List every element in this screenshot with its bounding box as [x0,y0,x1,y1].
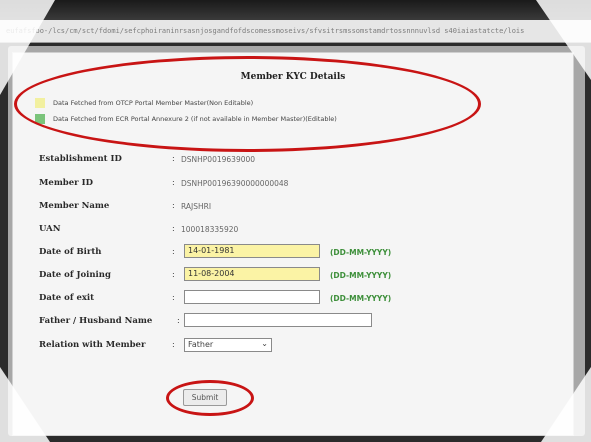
label-date-of-birth: Date of Birth [39,247,102,257]
label-establishment-id: Establishment ID [39,154,122,164]
address-bar[interactable]: eufafsfoo-/lcs/cm/sct/fdomi/sefcphoirani… [0,20,591,43]
submit-button[interactable]: Submit [183,389,227,406]
colon: : [172,201,175,210]
label-member-id: Member ID [39,178,93,188]
corner-fade-bottom-left [0,367,50,442]
label-date-of-joining: Date of Joining [39,270,111,280]
relation-selected-value: Father [188,340,214,349]
label-member-name: Member Name [39,201,110,211]
corner-fade-top-right [536,0,591,80]
label-uan: UAN [39,224,61,234]
value-member-name: RAJSHRI [181,202,212,211]
value-establishment-id: DSNHP0019639000 [181,155,256,164]
date-of-birth-field[interactable]: 14-01-1981 [184,244,320,258]
date-of-exit-field[interactable] [184,290,320,304]
colon: : [172,247,175,256]
address-bar-url: eufafsfoo-/lcs/cm/sct/fdomi/sefcphoirani… [6,27,525,35]
browser-top-bar [0,0,591,20]
legend-editable: Data Fetched from ECR Portal Annexure 2 … [35,113,337,125]
label-father-husband-name: Father / Husband Name [39,316,153,326]
form-title: Member KYC Details [240,72,346,82]
legend-text-editable: Data Fetched from ECR Portal Annexure 2 … [53,115,337,123]
corner-fade-top-left [0,0,55,95]
colon: : [172,224,175,233]
father-husband-name-field[interactable] [184,313,372,327]
dob-format-hint: (DD-MM-YYYY) [330,248,392,257]
doj-format-hint: (DD-MM-YYYY) [330,271,392,280]
colon: : [172,340,175,349]
legend-text-non-editable: Data Fetched from OTCP Portal Member Mas… [53,99,254,107]
label-relation-with-member: Relation with Member [39,340,146,350]
colon: : [172,178,175,187]
colon: : [172,270,175,279]
legend-swatch-yellow [35,98,45,108]
value-uan: 100018335920 [181,225,239,234]
corner-fade-bottom-right [541,367,591,442]
date-of-joining-field[interactable]: 11-08-2004 [184,267,320,281]
doe-format-hint: (DD-MM-YYYY) [330,294,392,303]
legend-non-editable: Data Fetched from OTCP Portal Member Mas… [35,97,253,109]
colon: : [172,293,175,302]
colon: : [172,154,175,163]
legend-swatch-green [35,114,45,124]
chevron-down-icon: ⌄ [261,339,268,348]
relation-select[interactable]: Father ⌄ [184,338,272,352]
value-member-id: DSNHP00196390000000048 [181,179,289,188]
colon: : [177,316,180,325]
label-date-of-exit: Date of exit [39,293,95,303]
